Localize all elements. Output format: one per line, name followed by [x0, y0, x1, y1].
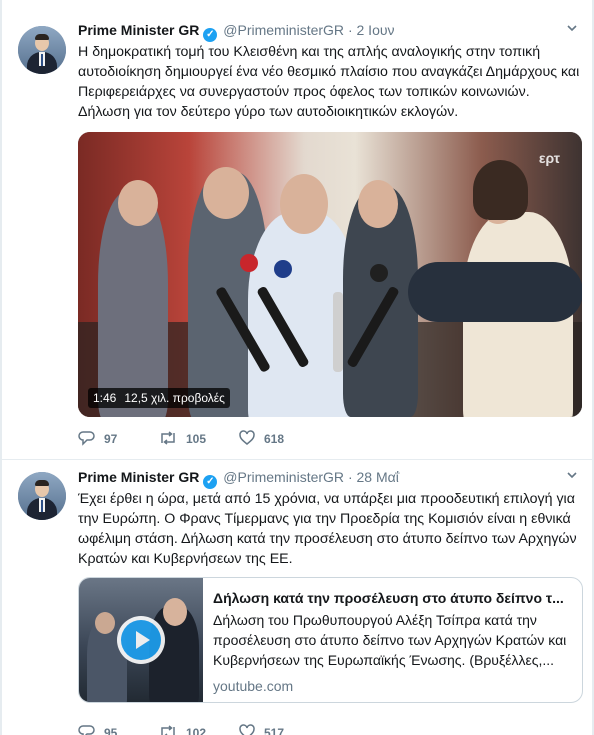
video-views: 12,5 χιλ. προβολές [124, 391, 225, 405]
reply-count: 95 [104, 726, 118, 735]
video-info-badge: 1:46 12,5 χιλ. προβολές [88, 388, 230, 408]
retweet-button[interactable]: 102 [158, 723, 206, 735]
avatar[interactable] [18, 26, 66, 74]
retweet-count: 102 [186, 726, 207, 735]
timeline: Prime Minister GR ✓ @PrimeministerGR · 2 … [2, 0, 592, 735]
like-button[interactable]: 517 [238, 723, 284, 735]
heart-icon [239, 724, 255, 735]
like-count: 618 [264, 432, 285, 446]
like-count: 517 [264, 726, 285, 735]
link-card[interactable]: Δήλωση κατά την προσέλευση στο άτυπο δεί… [78, 577, 583, 703]
card-thumbnail [79, 578, 203, 702]
author-name[interactable]: Prime Minister GR [78, 469, 199, 485]
video-duration: 1:46 [93, 391, 117, 405]
chevron-down-icon[interactable] [566, 469, 578, 484]
reply-icon [78, 431, 95, 446]
separator: · [347, 469, 353, 485]
verified-badge-icon: ✓ [203, 475, 218, 489]
like-button[interactable]: 618 [238, 429, 284, 449]
reply-icon [78, 725, 95, 735]
video-player[interactable]: ερτ 1:46 12,5 χιλ. προβολές [78, 132, 582, 417]
tweet-date[interactable]: 2 Ιουν [357, 22, 395, 38]
avatar[interactable] [18, 472, 66, 520]
card-domain: youtube.com [213, 678, 294, 694]
tweet-date[interactable]: 28 Μαΐ [357, 469, 399, 485]
tweet[interactable]: Prime Minister GR ✓ @PrimeministerGR · 28… [2, 459, 592, 735]
author-handle[interactable]: @PrimeministerGR [223, 22, 344, 38]
tweet-header: Prime Minister GR ✓ @PrimeministerGR · 2 … [78, 20, 395, 42]
heart-icon [239, 430, 255, 445]
retweet-icon [161, 431, 175, 445]
retweet-button[interactable]: 105 [158, 429, 206, 449]
author-name[interactable]: Prime Minister GR [78, 22, 199, 38]
tweet-text: Έχει έρθει η ώρα, μετά από 15 χρόνια, να… [78, 491, 577, 567]
tweet-text: Η δημοκρατική τομή του Κλεισθένη και της… [78, 44, 580, 120]
separator: · [347, 22, 353, 38]
chevron-down-icon[interactable] [566, 22, 578, 37]
card-description: Δήλωση του Πρωθυπουργού Αλέξη Τσίπρα κατ… [213, 612, 567, 668]
tweet-header: Prime Minister GR ✓ @PrimeministerGR · 28… [78, 467, 399, 489]
reply-button[interactable]: 95 [78, 723, 117, 735]
author-handle[interactable]: @PrimeministerGR [223, 469, 344, 485]
verified-badge-icon: ✓ [203, 28, 218, 42]
tweet[interactable]: Prime Minister GR ✓ @PrimeministerGR · 2 … [2, 0, 592, 460]
card-title: Δήλωση κατά την προσέλευση στο άτυπο δεί… [213, 590, 564, 606]
play-icon[interactable] [117, 616, 165, 664]
channel-logo: ερτ [538, 150, 560, 166]
retweet-count: 105 [186, 432, 207, 446]
retweet-icon [161, 725, 175, 735]
reply-button[interactable]: 97 [78, 429, 117, 449]
reply-count: 97 [104, 432, 118, 446]
